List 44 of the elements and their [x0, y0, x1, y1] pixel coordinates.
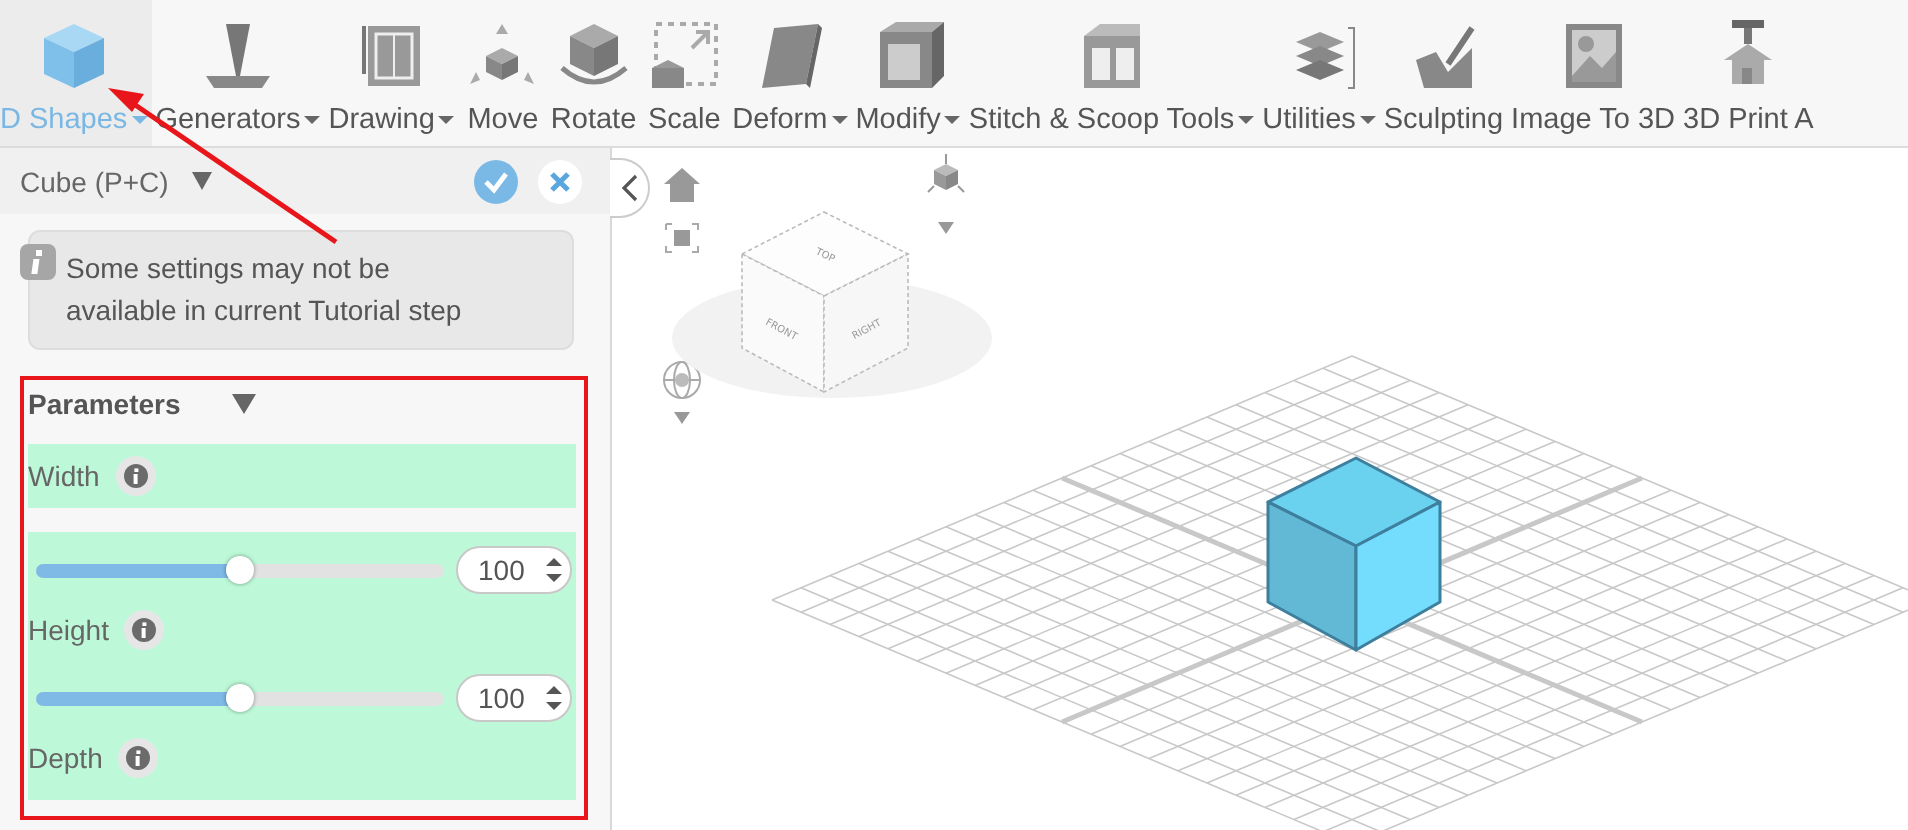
- toolbar-button[interactable]: Rotate: [546, 0, 641, 146]
- toolbar-button[interactable]: Scale: [640, 0, 729, 146]
- toolbar-button[interactable]: Utilities: [1258, 0, 1380, 146]
- panel-title: Cube (P+C): [20, 165, 169, 197]
- notice-text: Some settings may not be available in current Tutorial step: [66, 252, 462, 326]
- fit-view-icon[interactable]: [665, 223, 699, 253]
- toolbar-button[interactable]: Drawing: [324, 0, 459, 146]
- close-button[interactable]: [538, 159, 582, 203]
- spinner-icon: [546, 684, 562, 712]
- parameter-label: Width: [28, 460, 100, 492]
- chevron-left-icon: [621, 174, 637, 202]
- slider-thumb[interactable]: [226, 683, 254, 711]
- toolbar-button[interactable]: Deform: [728, 0, 852, 146]
- toolbar-button[interactable]: 3D Print A: [1679, 0, 1818, 146]
- check-icon: [482, 167, 510, 195]
- caret-icon[interactable]: [938, 222, 954, 234]
- parameter-label: Depth: [28, 742, 103, 774]
- navigation-cube[interactable]: [740, 211, 910, 394]
- toolbar-button[interactable]: Image To 3D: [1507, 0, 1679, 146]
- collapse-button[interactable]: [610, 158, 650, 218]
- info-icon: [20, 244, 56, 280]
- section-title[interactable]: Parameters: [28, 388, 181, 420]
- cube-drawing[interactable]: [1266, 456, 1442, 652]
- caret-icon[interactable]: [674, 412, 690, 424]
- parameter-label: Height: [28, 614, 109, 646]
- globe-icon[interactable]: [663, 361, 701, 399]
- toolbar-button[interactable]: Modify: [851, 0, 965, 146]
- toolbar-button[interactable]: Generators: [151, 0, 325, 146]
- toolbar-button[interactable]: Stitch & Scoop Tools: [964, 0, 1259, 146]
- slider-thumb[interactable]: [226, 555, 254, 583]
- view-cube-icon[interactable]: [927, 153, 965, 193]
- confirm-button[interactable]: [474, 159, 518, 203]
- info-icon: [118, 738, 159, 778]
- close-icon: [548, 169, 572, 193]
- number-field[interactable]: 100: [456, 546, 572, 594]
- home-icon[interactable]: [664, 168, 700, 202]
- number-field[interactable]: 100: [456, 674, 572, 722]
- expand-icon[interactable]: [232, 394, 257, 414]
- toolbar-button[interactable]: Sculpting: [1379, 0, 1508, 146]
- spinner-icon: [546, 556, 562, 584]
- toolbar-button[interactable]: Move: [458, 0, 547, 146]
- info-icon: [124, 610, 165, 650]
- dropdown-icon: [192, 172, 213, 190]
- info-icon: [115, 456, 156, 496]
